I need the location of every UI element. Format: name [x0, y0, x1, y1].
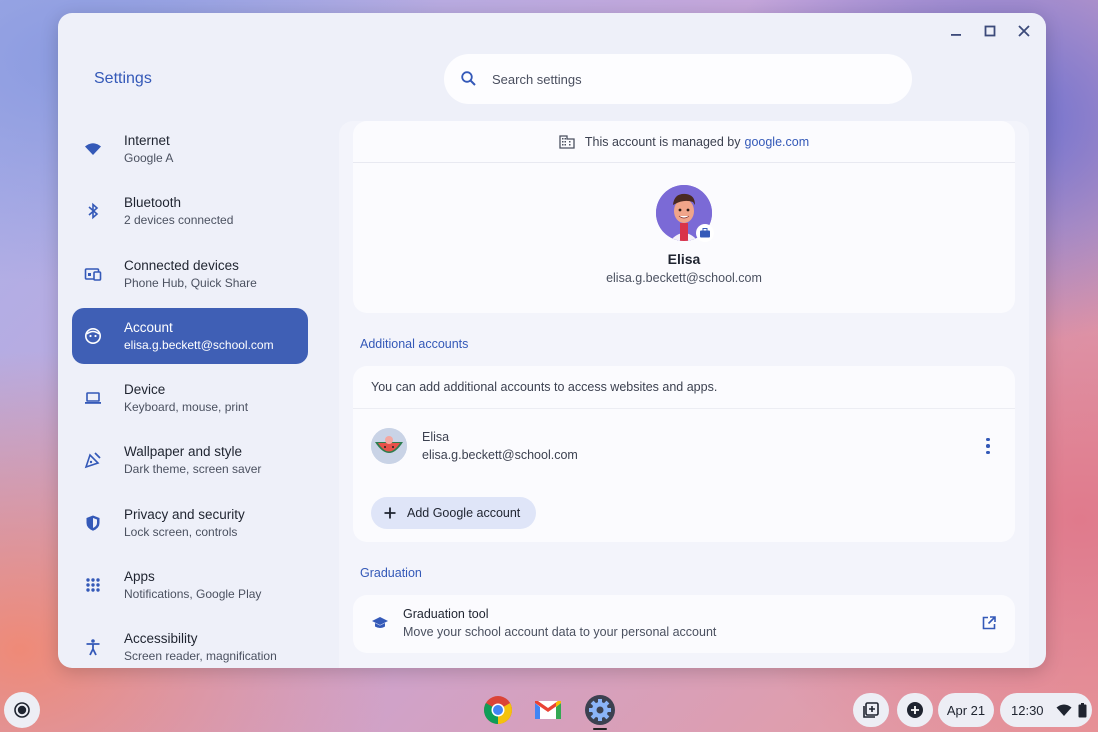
graduation-title: Graduation — [360, 566, 422, 580]
managed-text: This account is managed by — [584, 134, 741, 149]
more-options-icon[interactable] — [981, 436, 995, 456]
search-input[interactable] — [492, 71, 872, 87]
sidebar-item-label: Apps — [124, 569, 155, 585]
account-icon — [84, 327, 102, 345]
chrome-icon[interactable] — [482, 694, 514, 726]
sidebar-item-sublabel: Notifications, Google Play — [124, 587, 262, 602]
connected-devices-icon — [84, 265, 102, 283]
close-button[interactable] — [1014, 21, 1034, 41]
sidebar-item-internet[interactable]: Internet Google A — [72, 121, 308, 177]
graduation-tool-title: Graduation tool — [403, 607, 489, 621]
sidebar-item-label: Wallpaper and style — [124, 444, 243, 460]
additional-accounts-card: You can add additional accounts to acces… — [353, 366, 1015, 542]
open-external-icon[interactable] — [981, 615, 997, 631]
date-tray-button[interactable]: Apr 21 — [938, 693, 994, 727]
launcher-button[interactable] — [4, 692, 40, 728]
laptop-icon — [84, 389, 102, 407]
briefcase-icon — [696, 224, 714, 242]
sidebar-item-label: Account — [124, 319, 173, 335]
bluetooth-icon — [84, 202, 102, 220]
shield-icon — [84, 514, 102, 532]
account-email: elisa.g.beckett@school.com — [422, 448, 578, 462]
sidebar-item-label: Internet — [124, 133, 170, 148]
graduation-tool-sub: Move your school account data to your pe… — [403, 625, 717, 639]
screenshot-tray-button[interactable] — [853, 693, 889, 727]
sidebar-item-privacy[interactable]: Privacy and security Lock screen, control… — [72, 495, 308, 551]
sidebar-item-label: Privacy and security — [124, 506, 245, 522]
profile-name: Elisa — [667, 251, 701, 267]
add-google-account-label: Add Google account — [407, 506, 521, 520]
sidebar-item-apps[interactable]: Apps Notifications, Google Play — [72, 557, 308, 613]
sidebar-item-sublabel: Google A — [124, 151, 174, 165]
managed-domain-link[interactable]: google.com — [745, 135, 810, 149]
sidebar-item-sublabel: Lock screen, controls — [124, 524, 238, 539]
maximize-button[interactable] — [980, 21, 1000, 41]
sidebar-item-label: Device — [124, 382, 166, 398]
sidebar-item-label: Bluetooth — [124, 195, 182, 211]
account-avatar — [371, 428, 407, 464]
search-icon — [460, 70, 478, 88]
sidebar-item-label: Accessibility — [124, 631, 198, 647]
battery-icon — [1078, 702, 1087, 718]
account-page: This account is managed by google.com El… — [339, 121, 1029, 668]
settings-gear-icon[interactable] — [584, 694, 616, 726]
managed-notice: This account is managed by google.com — [353, 121, 1015, 163]
accessibility-icon — [84, 638, 102, 656]
active-app-indicator — [593, 728, 607, 730]
sidebar: Internet Google A Bluetooth 2 devices conn… — [72, 121, 308, 668]
search-bar[interactable] — [444, 54, 912, 104]
settings-window: Settings Internet Google A Bluetooth 2 dev… — [58, 13, 1046, 668]
sidebar-item-sublabel: 2 devices connected — [124, 213, 234, 228]
sidebar-item-sublabel: Phone Hub, Quick Share — [124, 275, 257, 290]
status-tray-button[interactable]: 12:30 — [1000, 693, 1092, 727]
graduation-tool-row[interactable]: Graduation tool Move your school account… — [353, 595, 1015, 653]
wifi-status-icon — [1056, 703, 1072, 717]
wifi-icon — [84, 140, 102, 158]
apps-grid-icon — [84, 576, 102, 594]
palette-icon — [84, 451, 102, 469]
sidebar-item-sublabel: Screen reader, magnification — [124, 649, 277, 664]
profile-email: elisa.g.beckett@school.com — [606, 271, 762, 285]
add-google-account-button[interactable]: Add Google account — [371, 497, 537, 529]
shelf: Apr 21 12:30 — [0, 688, 1098, 732]
sidebar-item-account[interactable]: Account elisa.g.beckett@school.com — [72, 307, 308, 364]
gmail-icon[interactable] — [532, 694, 564, 726]
window-controls — [946, 21, 1034, 41]
building-icon — [559, 134, 575, 149]
app-title: Settings — [94, 70, 152, 87]
sidebar-item-sublabel: Keyboard, mouse, print — [124, 400, 249, 415]
sidebar-item-connected-devices[interactable]: Connected devices Phone Hub, Quick Share — [72, 246, 308, 302]
account-name: Elisa — [422, 430, 450, 444]
sidebar-item-wallpaper[interactable]: Wallpaper and style Dark theme, screen sa… — [72, 432, 308, 488]
sidebar-item-accessibility[interactable]: Accessibility Screen reader, magnificatio… — [72, 619, 308, 668]
sidebar-item-device[interactable]: Device Keyboard, mouse, print — [72, 370, 308, 426]
add-icon[interactable] — [897, 693, 933, 727]
profile-card: This account is managed by google.com El… — [353, 121, 1015, 313]
sidebar-item-sublabel: Dark theme, screen saver — [124, 462, 262, 477]
graduation-cap-icon — [371, 615, 389, 631]
additional-accounts-title: Additional accounts — [360, 337, 469, 351]
sidebar-item-sublabel: elisa.g.beckett@school.com — [124, 337, 274, 352]
minimize-button[interactable] — [946, 21, 966, 41]
plus-icon — [383, 506, 397, 520]
sidebar-item-label: Connected devices — [124, 257, 239, 273]
time-label: 12:30 — [1011, 702, 1044, 718]
sidebar-item-bluetooth[interactable]: Bluetooth 2 devices connected — [72, 183, 308, 239]
additional-accounts-description: You can add additional accounts to acces… — [371, 380, 718, 394]
date-label: Apr 21 — [946, 702, 986, 718]
divider — [353, 408, 1015, 409]
